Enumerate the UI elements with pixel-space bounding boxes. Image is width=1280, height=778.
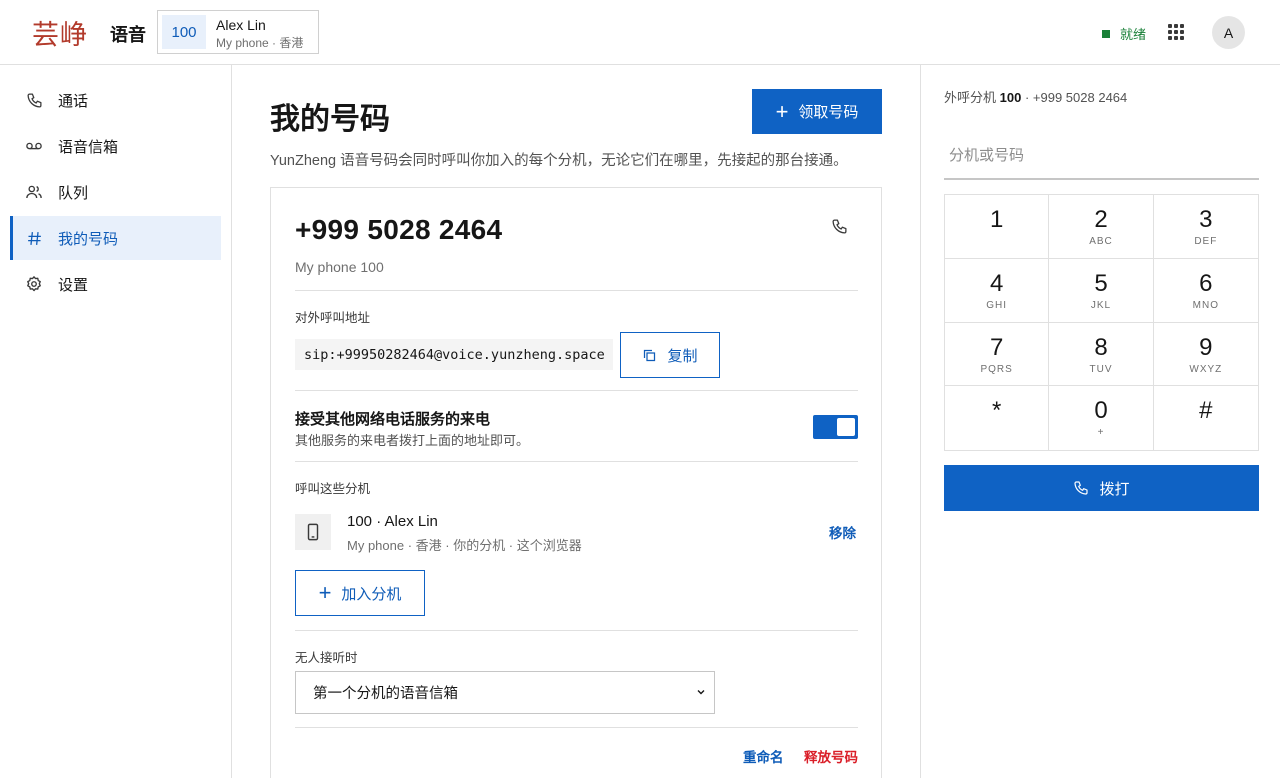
copy-icon <box>644 349 656 361</box>
sidebar-item-queues[interactable]: 队列 <box>10 170 221 214</box>
dial-button-label: 拨打 <box>1099 480 1130 498</box>
caller-id: 外呼分机 100 · +999 5028 2464 <box>944 87 1127 106</box>
status-indicator[interactable]: 就绪 <box>1102 24 1146 43</box>
sidebar-item-label: 通话 <box>58 92 89 110</box>
rename-link[interactable]: 重命名 <box>743 746 784 766</box>
copy-button[interactable]: 复制 <box>620 332 720 378</box>
hash-icon <box>25 229 43 247</box>
claim-number-button[interactable]: + 领取号码 <box>752 89 882 134</box>
sidebar-item-calls[interactable]: 通话 <box>10 78 221 122</box>
dial-input[interactable]: 分机或号码 <box>944 130 1259 180</box>
phone-icon <box>25 91 43 109</box>
sidebar-item-voicemail[interactable]: 语音信箱 <box>10 124 221 168</box>
divider <box>295 727 858 728</box>
dialer-panel: 外呼分机 100 · +999 5028 2464 分机或号码 1 2 ABC 3… <box>920 65 1280 778</box>
avatar[interactable]: A <box>1212 16 1245 49</box>
number-subtitle: My phone 100 <box>295 259 384 275</box>
account-switcher[interactable]: 100 Alex Lin My phone · 香港 <box>157 10 319 54</box>
grid-icon[interactable] <box>1168 24 1184 40</box>
phone-icon <box>1074 481 1089 495</box>
remove-extension-link[interactable]: 移除 <box>829 522 856 542</box>
sidebar-item-settings[interactable]: 设置 <box>10 262 221 306</box>
no-answer-select[interactable]: 第一个分机的语音信箱 <box>295 671 715 714</box>
caller-number: · +999 5028 2464 <box>1024 90 1128 105</box>
account-name: Alex Lin <box>216 17 266 33</box>
phone-number: +999 5028 2464 <box>295 214 503 245</box>
extension-subtitle: My phone · 香港 · 你的分机 · 这个浏览器 <box>347 538 582 553</box>
key-2[interactable]: 2 ABC <box>1049 195 1154 259</box>
account-subtitle: My phone · 香港 <box>216 36 304 50</box>
ring-extensions-label: 呼叫这些分机 <box>295 482 371 496</box>
mobile-phone-icon <box>295 514 331 550</box>
sidebar-item-label: 队列 <box>58 184 89 202</box>
toggle-knob <box>837 418 855 436</box>
key-5[interactable]: 5 JKL <box>1049 258 1154 323</box>
chevron-down-icon <box>697 690 705 695</box>
divider <box>295 630 858 631</box>
page-title: 我的号码 <box>270 103 390 136</box>
sidebar-nav: 通话 语音信箱 队列 我的号码 设置 <box>0 65 232 778</box>
status-label: 就绪 <box>1120 27 1147 42</box>
key-0[interactable]: 0 + <box>1049 386 1154 450</box>
page-description: YunZheng 语音号码会同时呼叫你加入的每个分机，无论它们在哪里，先接起的那… <box>270 153 848 169</box>
dial-button[interactable]: 拨打 <box>944 465 1259 511</box>
caller-prefix: 外呼分机 <box>944 90 997 105</box>
no-answer-label: 无人接听时 <box>295 651 358 665</box>
sidebar-item-label: 我的号码 <box>58 230 119 248</box>
key-3[interactable]: 3 DEF <box>1153 195 1258 259</box>
key-star[interactable]: * <box>945 386 1050 450</box>
key-9[interactable]: 9 WXYZ <box>1153 322 1258 387</box>
brand-logo[interactable]: 芸峥 <box>32 13 88 52</box>
caller-extension: 100 <box>999 90 1022 105</box>
sidebar-item-label: 语音信箱 <box>58 138 119 156</box>
sip-address[interactable]: sip:+99950282464@voice.yunzheng.space <box>295 339 613 370</box>
copy-label: 复制 <box>667 347 698 365</box>
key-8[interactable]: 8 TUV <box>1049 322 1154 387</box>
keypad: 1 2 ABC 3 DEF 4 GHI 5 JKL 6 MNO 7 PQRS 8 TUV 9W… <box>944 194 1259 451</box>
divider <box>295 290 858 291</box>
users-icon <box>25 183 43 201</box>
add-extension-button[interactable]: + 加入分机 <box>295 570 425 616</box>
accept-calls-subtitle: 其他服务的来电者拨打上面的地址即可。 <box>295 433 530 448</box>
plus-icon: + <box>775 98 789 124</box>
extension-title: 100 · Alex Lin <box>347 513 438 530</box>
account-extension: 100 <box>162 15 206 49</box>
call-number-icon[interactable] <box>831 218 849 236</box>
product-name: 语音 <box>110 25 146 45</box>
key-4[interactable]: 4 GHI <box>945 258 1050 323</box>
outbound-address-label: 对外呼叫地址 <box>295 311 371 325</box>
key-1[interactable]: 1 <box>945 195 1050 259</box>
key-6[interactable]: 6 MNO <box>1153 258 1258 323</box>
gear-icon <box>25 275 43 293</box>
add-extension-label: 加入分机 <box>341 585 402 603</box>
release-number-link[interactable]: 释放号码 <box>804 746 858 766</box>
top-header: 芸峥 语音 100 Alex Lin My phone · 香港 就绪 A <box>0 0 1280 65</box>
accept-calls-title: 接受其他网络电话服务的来电 <box>295 411 491 428</box>
divider <box>295 461 858 462</box>
divider <box>295 390 858 391</box>
claim-number-label: 领取号码 <box>798 104 859 121</box>
status-dot-icon <box>1102 29 1110 38</box>
key-7[interactable]: 7 PQRS <box>945 322 1050 387</box>
accept-calls-toggle[interactable] <box>813 415 858 439</box>
sidebar-item-my-numbers[interactable]: 我的号码 <box>10 216 221 260</box>
key-hash[interactable]: # <box>1153 386 1258 450</box>
plus-icon: + <box>318 580 332 605</box>
sidebar-item-label: 设置 <box>58 276 89 294</box>
no-answer-value: 第一个分机的语音信箱 <box>313 686 458 702</box>
voicemail-icon <box>25 137 43 155</box>
number-card: +999 5028 2464 My phone 100 对外呼叫地址 sip:+… <box>270 187 882 778</box>
